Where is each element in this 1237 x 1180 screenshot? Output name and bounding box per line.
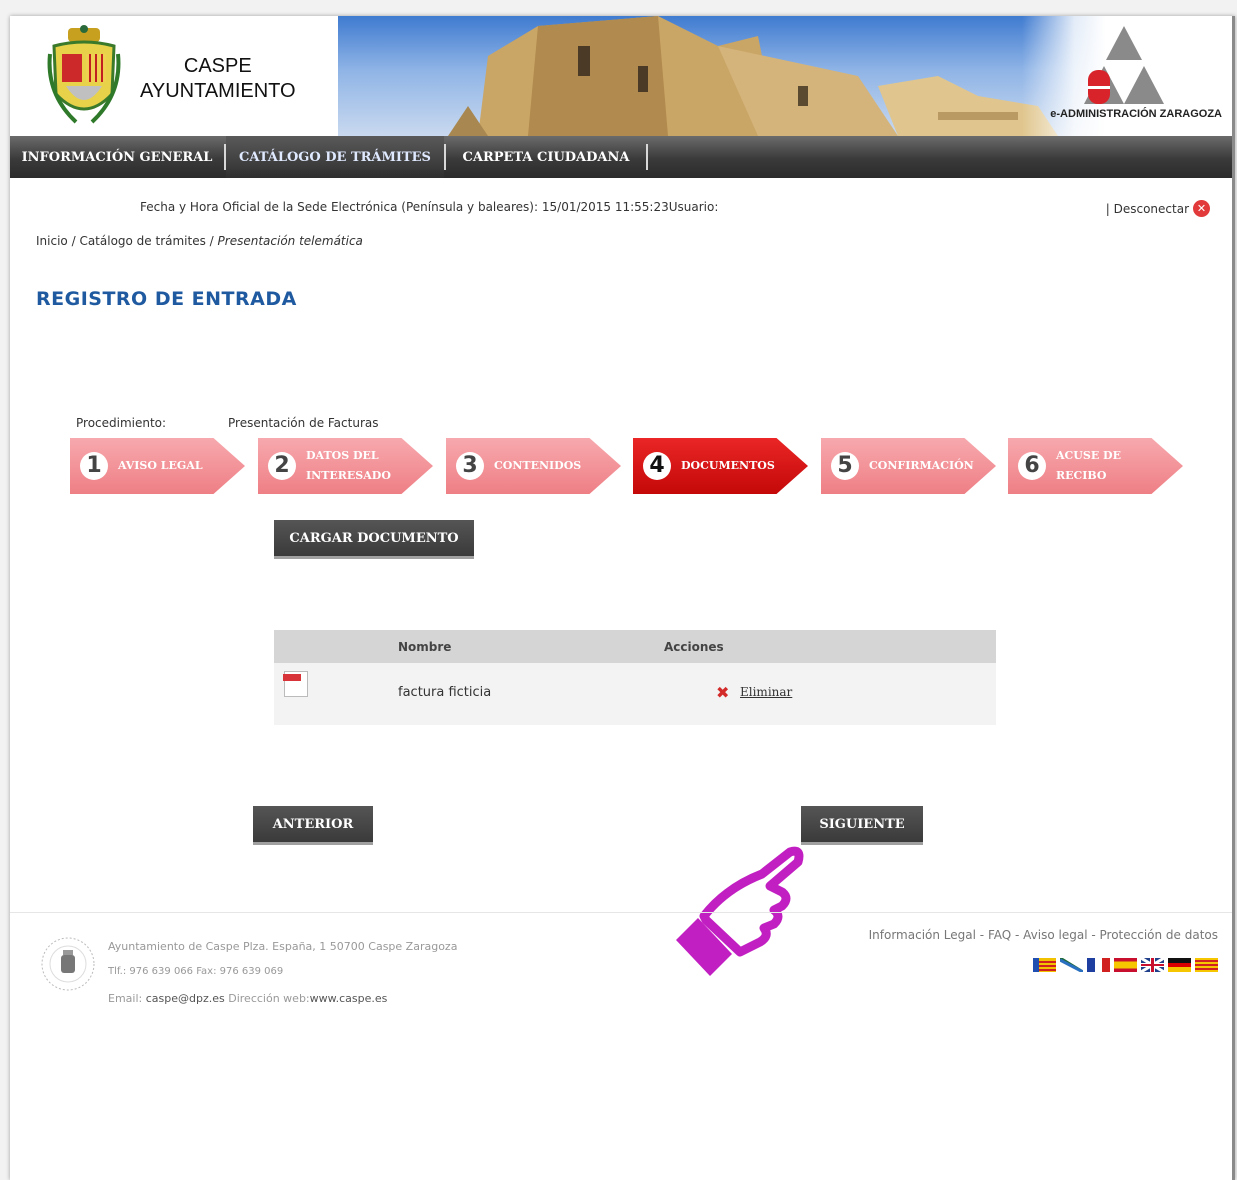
- eadmin-triangles-icon: [1084, 26, 1164, 104]
- step-label: CONFIRMACIÓN: [869, 459, 974, 472]
- browser-page: CASPE AYUNTAMIENTO e-ADMINISTRACIÓN ZARA…: [10, 16, 1235, 1180]
- step-label: AVISO LEGAL: [118, 459, 203, 472]
- main-nav: INFORMACIÓN GENERAL CATÁLOGO DE TRÁMITES…: [10, 136, 1232, 178]
- document-name: factura ficticia: [398, 685, 492, 700]
- procedure-label: Procedimiento:: [76, 416, 167, 430]
- disconnect-link[interactable]: | Desconectar ✕: [1106, 200, 1210, 217]
- email-label: Email:: [108, 992, 143, 1005]
- user-label: Usuario:: [668, 200, 719, 214]
- breadcrumb-home[interactable]: Inicio: [36, 234, 68, 248]
- close-circle-icon: ✕: [1193, 200, 1210, 217]
- eadmin-text: e-ADMINISTRACIÓN ZARAGOZA: [1050, 108, 1222, 120]
- nav-carpeta-ciudadana[interactable]: CARPETA CIUDADANA: [446, 136, 646, 178]
- footer-link-faq[interactable]: FAQ: [988, 928, 1011, 942]
- next-button[interactable]: SIGUIENTE: [801, 806, 923, 845]
- column-header-nombre: Nombre: [398, 640, 452, 654]
- step-label: CONTENIDOS: [494, 459, 582, 472]
- step-number: 1: [80, 452, 108, 480]
- step-number: 4: [643, 452, 671, 480]
- flag-valencia-icon[interactable]: [1033, 958, 1056, 972]
- footer-phone: Tlf.: 976 639 066 Fax: 976 639 069: [108, 966, 284, 977]
- eadmin-logo: e-ADMINISTRACIÓN ZARAGOZA: [1022, 16, 1232, 136]
- flag-france-icon[interactable]: [1087, 958, 1110, 972]
- datetime-value: 15/01/2015 11:55:23: [541, 200, 669, 214]
- flag-catalonia-icon[interactable]: [1195, 958, 1218, 972]
- brand-line-1: CASPE: [183, 55, 252, 77]
- table-row: factura ficticia ✖ Eliminar: [274, 663, 996, 725]
- step-label: ACUSE DE RECIBO: [1056, 449, 1121, 482]
- brand-line-2: AYUNTAMIENTO: [140, 80, 296, 102]
- procedure-value: Presentación de Facturas: [228, 416, 379, 430]
- page-title: REGISTRO DE ENTRADA: [36, 288, 297, 310]
- previous-button[interactable]: ANTERIOR: [253, 806, 373, 845]
- footer-link-aviso-legal[interactable]: Aviso legal: [1023, 928, 1087, 942]
- web-label: Dirección web:: [228, 992, 310, 1005]
- footer-address: Ayuntamiento de Caspe Plza. España, 1 50…: [108, 940, 458, 953]
- nav-catalogo-tramites[interactable]: CATÁLOGO DE TRÁMITES: [226, 136, 444, 178]
- official-datetime: Fecha y Hora Oficial de la Sede Electrón…: [140, 200, 718, 214]
- breadcrumb-separator: /: [205, 234, 218, 248]
- disconnect-label: | Desconectar: [1105, 201, 1189, 216]
- breadcrumb: Inicio / Catálogo de trámites / Presenta…: [36, 234, 363, 248]
- documents-table: Nombre Acciones factura ficticia ✖ Elimi…: [274, 630, 996, 725]
- footer-email[interactable]: caspe@dpz.es: [146, 992, 225, 1005]
- step-number: 5: [831, 452, 859, 480]
- footer-links: Información Legal - FAQ - Aviso legal - …: [868, 928, 1219, 942]
- nav-divider: [646, 144, 648, 170]
- breadcrumb-catalog[interactable]: Catálogo de trámites: [79, 234, 205, 248]
- flag-germany-icon[interactable]: [1168, 958, 1191, 972]
- pointing-hand-icon: [676, 846, 804, 976]
- language-flags: [1033, 958, 1218, 972]
- table-header: Nombre Acciones: [274, 630, 996, 663]
- footer-link-informacion-legal[interactable]: Información Legal: [869, 928, 976, 942]
- header-banner-image: e-ADMINISTRACIÓN ZARAGOZA: [338, 16, 1232, 136]
- flag-basque-icon[interactable]: [1060, 958, 1083, 972]
- delete-link[interactable]: Eliminar: [740, 685, 792, 699]
- nav-informacion-general[interactable]: INFORMACIÓN GENERAL: [10, 136, 224, 178]
- footer-web[interactable]: www.caspe.es: [310, 992, 388, 1005]
- step-number: 6: [1018, 452, 1046, 480]
- column-header-acciones: Acciones: [664, 640, 724, 654]
- flag-spain-icon[interactable]: [1114, 958, 1137, 972]
- breadcrumb-separator: /: [67, 234, 80, 248]
- pdf-file-icon: [283, 671, 308, 697]
- step-number: 3: [456, 452, 484, 480]
- breadcrumb-current: Presentación telemática: [217, 234, 363, 248]
- site-header: CASPE AYUNTAMIENTO e-ADMINISTRACIÓN ZARA…: [10, 16, 1232, 136]
- brand-title: CASPE AYUNTAMIENTO: [140, 54, 296, 104]
- upload-document-button[interactable]: CARGAR DOCUMENTO: [274, 520, 474, 559]
- footer-contact: Email: caspe@dpz.es Dirección web:www.ca…: [108, 992, 387, 1005]
- step-label: DOCUMENTOS: [681, 459, 775, 472]
- step-label: DATOS DEL INTERESADO: [306, 449, 391, 482]
- town-seal-icon: [41, 937, 95, 991]
- footer-link-proteccion-datos[interactable]: Protección de datos: [1100, 928, 1219, 942]
- flag-uk-icon[interactable]: [1141, 958, 1164, 972]
- delete-icon[interactable]: ✖: [716, 683, 729, 702]
- datetime-label: Fecha y Hora Oficial de la Sede Electrón…: [140, 200, 539, 214]
- coat-of-arms-icon: [47, 25, 121, 124]
- footer-divider: [10, 912, 1232, 913]
- step-number: 2: [268, 452, 296, 480]
